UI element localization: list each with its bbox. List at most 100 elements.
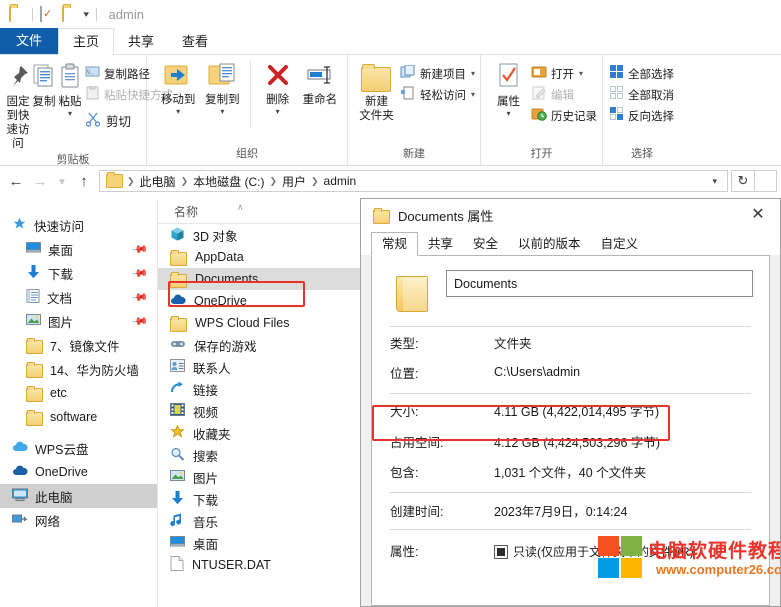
sidebar-item-quick-access[interactable]: 快速访问 [0,213,157,237]
this-pc-icon [12,488,28,504]
tab-previous-versions[interactable]: 以前的版本 [508,233,591,255]
properties-button[interactable]: 属性 ▾ [490,59,527,118]
delete-label: 删除 [266,94,290,106]
sidebar-item-software[interactable]: software [0,405,157,429]
new-folder-button[interactable]: 新建 文件夹 [359,59,394,123]
tab-file[interactable]: 文件 [0,28,59,54]
paste-button[interactable]: 粘贴 ▾ [57,59,83,118]
breadcrumb-item-local-disk[interactable]: 本地磁盘 (C:) [190,173,267,190]
invert-selection-icon [610,107,624,124]
readonly-checkbox[interactable] [494,544,508,559]
breadcrumb-item-users[interactable]: 用户 [279,173,309,190]
open-button[interactable]: 打开 ▾ [531,63,597,84]
copy-icon [31,63,57,92]
sidebar-item-pictures[interactable]: 图片 📌 [0,309,157,333]
copy-to-button[interactable]: 复制到 ▾ [200,59,244,116]
pin-icon[interactable]: 📌 [131,264,150,282]
breadcrumb-item-this-pc[interactable]: 此电脑 [137,173,179,190]
attributes-label: 属性: [390,545,419,559]
list-item-label: 链接 [193,383,219,398]
copy-path-label: 复制路径 [104,68,150,81]
property-label: 占用空间: [390,435,444,450]
downloads-icon [26,264,41,282]
breadcrumb-separator: ❯ [311,175,319,186]
sidebar-item-wps-cloud[interactable]: WPS云盘 [0,436,157,460]
tab-general[interactable]: 常规 [371,232,419,256]
property-row-location: 位置: C:\Users\admin [388,357,753,387]
close-button[interactable]: ✕ [736,199,780,229]
new-item-button[interactable]: 新建项目 ▾ [400,63,475,84]
chevron-down-icon[interactable]: ▾ [276,108,280,116]
recent-locations-button[interactable]: ▾ [52,169,72,193]
folder-icon [106,172,123,188]
forward-button[interactable]: → [28,169,52,193]
chevron-down-icon[interactable]: ▾ [220,108,224,116]
tab-customize[interactable]: 自定义 [591,233,649,255]
pin-to-quick-access-button[interactable]: 固定到快 速访问 [5,59,31,151]
sidebar-item-mirror-files[interactable]: 7、镜像文件 [0,333,157,357]
breadcrumb[interactable]: ❯ 此电脑 ❯ 本地磁盘 (C:) ❯ 用户 ❯ admin ▾ [99,170,728,192]
list-item-label: 联系人 [193,361,231,376]
easy-access-button[interactable]: 轻松访问 ▾ [400,84,475,105]
chevron-down-icon[interactable]: ▾ [579,69,583,78]
quick-access-new-folder-icon[interactable] [62,6,78,22]
copy-path-icon: \\.. [85,65,100,82]
readonly-checkbox-row[interactable]: 只读(仅应用于文件夹中的文件)(R) [494,543,753,560]
rename-button[interactable]: 重命名 [298,59,342,107]
chevron-down-icon[interactable]: ▾ [83,9,89,20]
chevron-down-icon[interactable]: ▾ [506,110,510,118]
quick-access-properties-icon[interactable]: ✓ [40,6,56,22]
refresh-button[interactable]: ↻ [731,170,755,192]
tab-view[interactable]: 查看 [168,29,222,54]
sidebar-item-label: 文档 [47,291,73,306]
invert-selection-button[interactable]: 反向选择 [610,105,674,126]
clipboard-group-title: 剪贴板 [56,154,90,166]
organize-group-title: 组织 [236,148,258,160]
readonly-label: 只读(仅应用于文件夹中的文件)(R) [513,545,694,559]
quick-access-folder-icon[interactable] [9,6,25,22]
history-button[interactable]: 历史记录 [531,105,597,126]
up-button[interactable]: ↑ [72,169,96,193]
breadcrumb-item-admin[interactable]: admin [321,174,360,188]
onedrive-icon [170,294,186,309]
chevron-down-icon[interactable]: ▾ [68,110,72,118]
window-title: admin [108,6,144,22]
wps-cloud-icon [12,441,28,456]
search-box[interactable] [755,170,777,192]
tab-sharing[interactable]: 共享 [418,233,463,255]
folder-name-input[interactable]: Documents [446,270,753,297]
tab-share[interactable]: 共享 [114,29,168,54]
property-label: 大小: [390,404,419,419]
copy-button[interactable]: 复制 [31,59,57,109]
sidebar-item-this-pc[interactable]: 此电脑 [0,484,157,508]
select-all-button[interactable]: 全部选择 [610,63,674,84]
edit-button[interactable]: 编辑 [531,84,597,105]
pin-icon[interactable]: 📌 [131,240,150,258]
chevron-down-icon[interactable]: ▾ [176,108,180,116]
tab-home[interactable]: 主页 [58,28,115,55]
paste-icon [57,63,83,92]
pin-icon[interactable]: 📌 [131,312,150,330]
tab-security[interactable]: 安全 [463,233,508,255]
chevron-down-icon[interactable]: ▾ [471,90,475,99]
sidebar-item-desktop[interactable]: 桌面 📌 [0,237,157,261]
sidebar-item-network[interactable]: 网络 [0,508,157,532]
search-icon [170,447,185,464]
column-header-name[interactable]: 名称 [158,203,198,220]
address-dropdown-icon[interactable]: ▾ [706,176,723,187]
sidebar-item-documents[interactable]: 文档 📌 [0,285,157,309]
select-none-button[interactable]: 全部取消 [610,84,674,105]
back-button[interactable]: ← [4,169,28,193]
sidebar-item-etc[interactable]: etc [0,381,157,405]
edit-label: 编辑 [551,89,574,102]
delete-button[interactable]: 删除 ▾ [257,59,297,116]
pin-icon[interactable]: 📌 [131,288,150,306]
sidebar-item-huawei-firewall[interactable]: 14、华为防火墙 [0,357,157,381]
chevron-down-icon[interactable]: ▾ [471,69,475,78]
sidebar-item-downloads[interactable]: 下载 📌 [0,261,157,285]
sidebar-item-label: 下载 [48,267,74,282]
chevron-down-icon: ▾ [59,175,65,188]
move-to-button[interactable]: 移动到 ▾ [156,59,200,116]
ribbon-group-new: 新建 文件夹 新建项目 ▾ 轻松访问 ▾ 新建 [348,55,481,165]
sidebar-item-onedrive[interactable]: OneDrive [0,460,157,484]
